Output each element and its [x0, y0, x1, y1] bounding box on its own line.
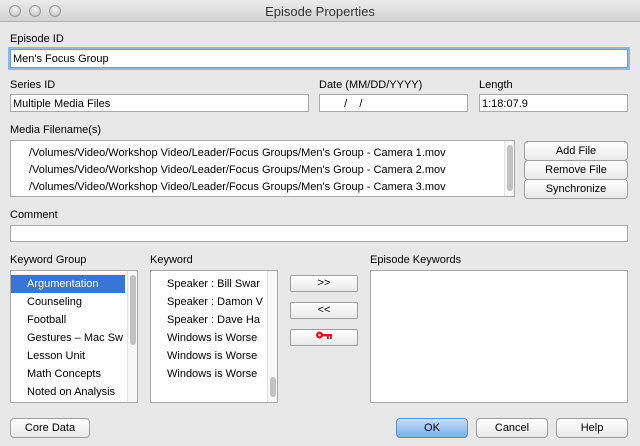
keyword-group-item[interactable]: Gestures – Mac Sw [11, 329, 125, 347]
keyword-group-item[interactable]: Counseling [11, 293, 125, 311]
add-keyword-button[interactable]: >> [290, 275, 358, 292]
keyword-list[interactable]: Speaker : Bill Swar Speaker : Damon V Sp… [150, 270, 278, 403]
keyword-item[interactable]: Speaker : Damon V [151, 293, 265, 311]
episode-keywords-label: Episode Keywords [370, 254, 462, 266]
keyword-item[interactable]: Windows is Worse [151, 347, 265, 365]
help-button[interactable]: Help [556, 418, 628, 438]
episode-id-field[interactable]: Men's Focus Group [10, 49, 628, 68]
keyword-list-scrollbar[interactable] [267, 271, 277, 402]
keyword-group-item[interactable]: Lesson Unit [11, 347, 125, 365]
keyword-item[interactable]: Windows is Worse [151, 329, 265, 347]
core-data-button[interactable]: Core Data [10, 418, 90, 438]
series-id-label: Series ID [10, 79, 56, 91]
media-file-item[interactable]: /Volumes/Video/Workshop Video/Leader/Foc… [29, 161, 501, 179]
comment-label: Comment [10, 209, 58, 221]
keyword-item[interactable]: Windows is Worse [151, 365, 265, 383]
ok-button[interactable]: OK [396, 418, 468, 438]
length-label: Length [479, 79, 513, 91]
keyword-group-list[interactable]: Argumentation Counseling Football Gestur… [10, 270, 138, 403]
window-title: Episode Properties [265, 4, 375, 19]
keyword-group-item[interactable]: Noted on Analysis [11, 383, 125, 401]
keyword-group-item[interactable]: Football [11, 311, 125, 329]
keyword-group-scroll-thumb[interactable] [130, 275, 136, 345]
date-field[interactable]: / / [319, 94, 468, 112]
keyword-group-scrollbar[interactable] [127, 271, 137, 402]
title-bar: Episode Properties [0, 0, 640, 22]
quick-keyword-button[interactable] [290, 329, 358, 346]
media-filenames-label: Media Filename(s) [10, 124, 102, 136]
media-filenames-list[interactable]: /Volumes/Video/Workshop Video/Leader/Foc… [10, 140, 515, 197]
cancel-button[interactable]: Cancel [476, 418, 548, 438]
keyword-group-item-argumentation[interactable]: Argumentation [11, 275, 125, 293]
keyword-group-label: Keyword Group [10, 254, 87, 266]
synchronize-button[interactable]: Synchronize [524, 179, 628, 199]
length-field[interactable]: 1:18:07.9 [479, 94, 628, 112]
remove-keyword-button[interactable]: << [290, 302, 358, 319]
key-icon [315, 330, 333, 345]
media-list-scroll-thumb[interactable] [507, 145, 513, 191]
remove-file-button[interactable]: Remove File [524, 160, 628, 180]
episode-keywords-list[interactable] [370, 270, 628, 403]
media-file-item[interactable]: /Volumes/Video/Workshop Video/Leader/Foc… [29, 178, 501, 196]
keyword-label: Keyword [150, 254, 193, 266]
series-id-field[interactable]: Multiple Media Files [10, 94, 309, 112]
keyword-item[interactable]: Speaker : Bill Swar [151, 275, 265, 293]
add-file-button[interactable]: Add File [524, 141, 628, 161]
media-file-item[interactable]: /Volumes/Video/Workshop Video/Leader/Foc… [29, 144, 501, 162]
keyword-group-item[interactable]: Math Concepts [11, 365, 125, 383]
comment-field[interactable] [10, 225, 628, 242]
media-list-scrollbar[interactable] [504, 141, 514, 196]
date-label: Date (MM/DD/YYYY) [319, 79, 423, 91]
keyword-item[interactable]: Speaker : Dave Ha [151, 311, 265, 329]
keyword-list-scroll-thumb[interactable] [270, 377, 276, 397]
episode-id-label: Episode ID [10, 33, 64, 45]
